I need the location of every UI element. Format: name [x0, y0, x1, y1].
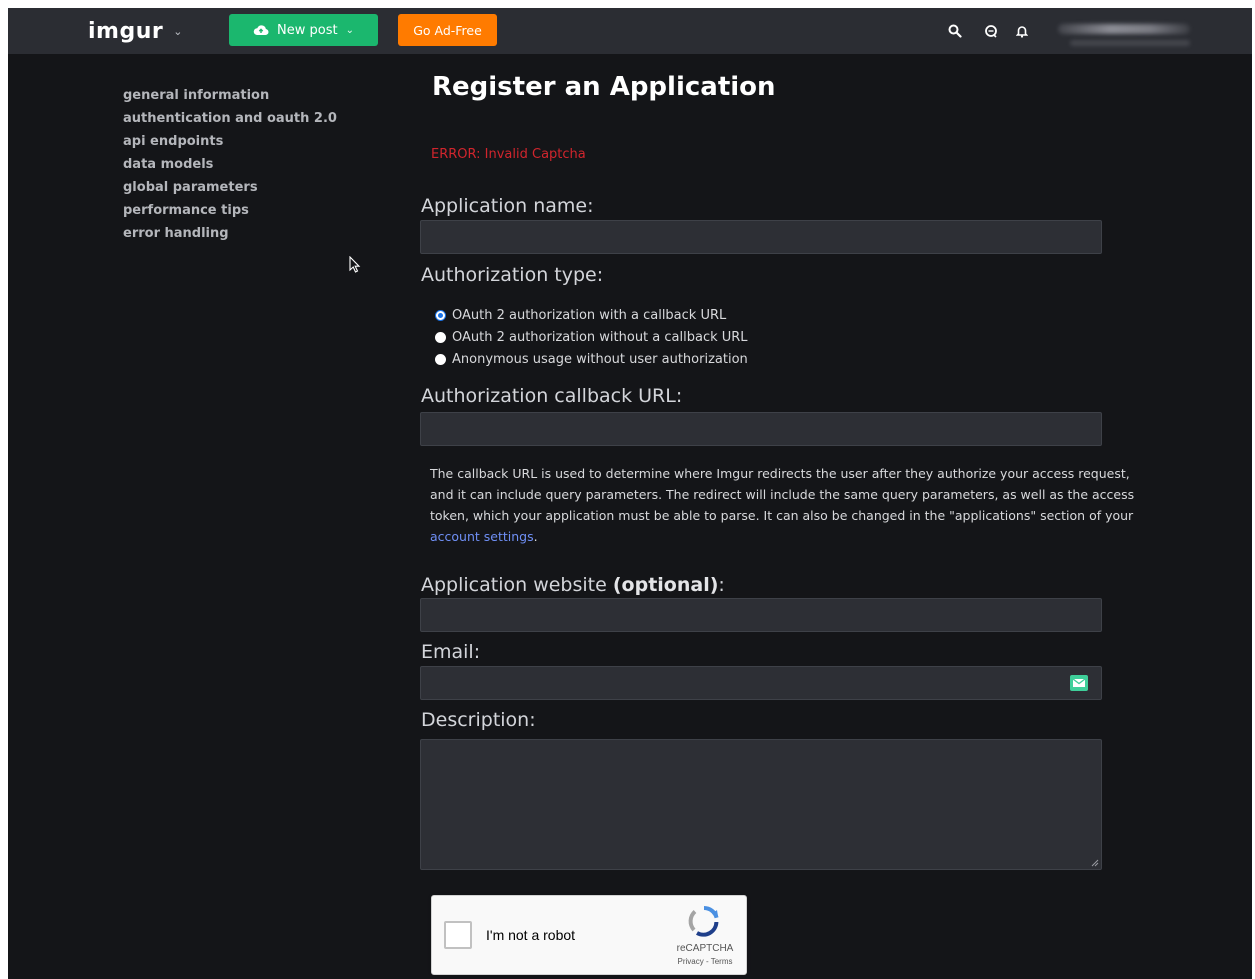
username-redacted[interactable] [1058, 24, 1190, 34]
auth-option-label: OAuth 2 authorization without a callback… [452, 330, 748, 345]
username-redacted-shadow [1070, 40, 1190, 46]
sidebar-item-general-information[interactable]: general information [123, 84, 337, 107]
radio-button[interactable] [435, 354, 446, 365]
auth-option-2[interactable]: OAuth 2 authorization without a callback… [435, 330, 748, 345]
auth-option-label: Anonymous usage without user authorizati… [452, 352, 748, 367]
auth-option-3[interactable]: Anonymous usage without user authorizati… [435, 352, 748, 367]
email-input[interactable] [421, 667, 1101, 699]
application-website-input[interactable] [421, 599, 1101, 631]
api-docs-sidebar: general information authentication and oa… [123, 84, 337, 245]
optional-tag: (optional) [612, 574, 719, 596]
description-textarea[interactable] [421, 740, 1101, 869]
application-name-label: Application name: [421, 195, 594, 217]
top-navigation-bar: imgur ⌄ New post ⌄ Go Ad-Free [8, 8, 1252, 54]
email-field[interactable] [420, 666, 1102, 700]
sidebar-item-api-endpoints[interactable]: api endpoints [123, 130, 337, 153]
sidebar-item-global-parameters[interactable]: global parameters [123, 176, 337, 199]
bell-icon[interactable] [1012, 21, 1032, 41]
imgur-logo[interactable]: imgur ⌄ [88, 16, 183, 46]
go-ad-free-label: Go Ad-Free [413, 22, 482, 38]
callback-url-label: Authorization callback URL: [421, 385, 683, 407]
help-text-end: . [533, 529, 538, 544]
page-title: Register an Application [432, 72, 776, 102]
recaptcha-logo-icon [688, 906, 719, 937]
chat-icon[interactable] [981, 21, 1001, 41]
callback-url-field[interactable] [420, 412, 1102, 446]
email-label: Email: [421, 641, 481, 663]
email-autofill-icon[interactable] [1070, 675, 1088, 691]
new-post-button[interactable]: New post ⌄ [229, 14, 378, 46]
resize-handle-icon[interactable] [1091, 859, 1099, 867]
new-post-label: New post [277, 22, 338, 38]
description-label: Description: [421, 709, 536, 731]
callback-help-text: The callback URL is used to determine wh… [430, 463, 1150, 547]
radio-button[interactable] [435, 332, 446, 343]
account-settings-link[interactable]: account settings [430, 529, 534, 544]
recaptcha-brand: reCAPTCHA [676, 943, 734, 954]
recaptcha-checkbox[interactable] [444, 921, 472, 949]
website-label-colon: : [718, 574, 725, 596]
chevron-down-icon[interactable]: ⌄ [173, 25, 183, 38]
sidebar-item-data-models[interactable]: data models [123, 153, 337, 176]
cloud-upload-icon [253, 25, 269, 35]
application-name-field[interactable] [420, 220, 1102, 254]
description-field[interactable] [420, 739, 1102, 870]
logo-text: imgur [88, 18, 164, 44]
auth-option-1[interactable]: OAuth 2 authorization with a callback UR… [435, 308, 726, 323]
auth-option-label: OAuth 2 authorization with a callback UR… [452, 308, 727, 323]
callback-url-input[interactable] [421, 413, 1101, 445]
page: imgur ⌄ New post ⌄ Go Ad-Free general in… [8, 8, 1252, 979]
chevron-down-icon: ⌄ [345, 24, 354, 36]
sidebar-item-authentication-and-oauth-2-0[interactable]: authentication and oauth 2.0 [123, 107, 337, 130]
website-label-text: Application website [421, 574, 613, 596]
sidebar-item-error-handling[interactable]: error handling [123, 222, 337, 245]
sidebar-item-performance-tips[interactable]: performance tips [123, 199, 337, 222]
radio-button[interactable] [435, 310, 446, 321]
recaptcha-widget: I'm not a robot reCAPTCHA Privacy - Term… [431, 895, 747, 975]
mouse-cursor-icon [349, 256, 361, 273]
application-name-input[interactable] [421, 221, 1101, 253]
recaptcha-privacy-terms-link[interactable]: Privacy - Terms [665, 957, 745, 966]
authorization-type-label: Authorization type: [421, 264, 604, 286]
recaptcha-label: I'm not a robot [486, 927, 576, 943]
search-icon[interactable] [945, 21, 965, 41]
help-text: The callback URL is used to determine wh… [430, 466, 1135, 523]
error-message: ERROR: Invalid Captcha [431, 147, 586, 162]
go-ad-free-button[interactable]: Go Ad-Free [398, 14, 497, 46]
application-website-field[interactable] [420, 598, 1102, 632]
application-website-label: Application website (optional): [421, 574, 725, 596]
